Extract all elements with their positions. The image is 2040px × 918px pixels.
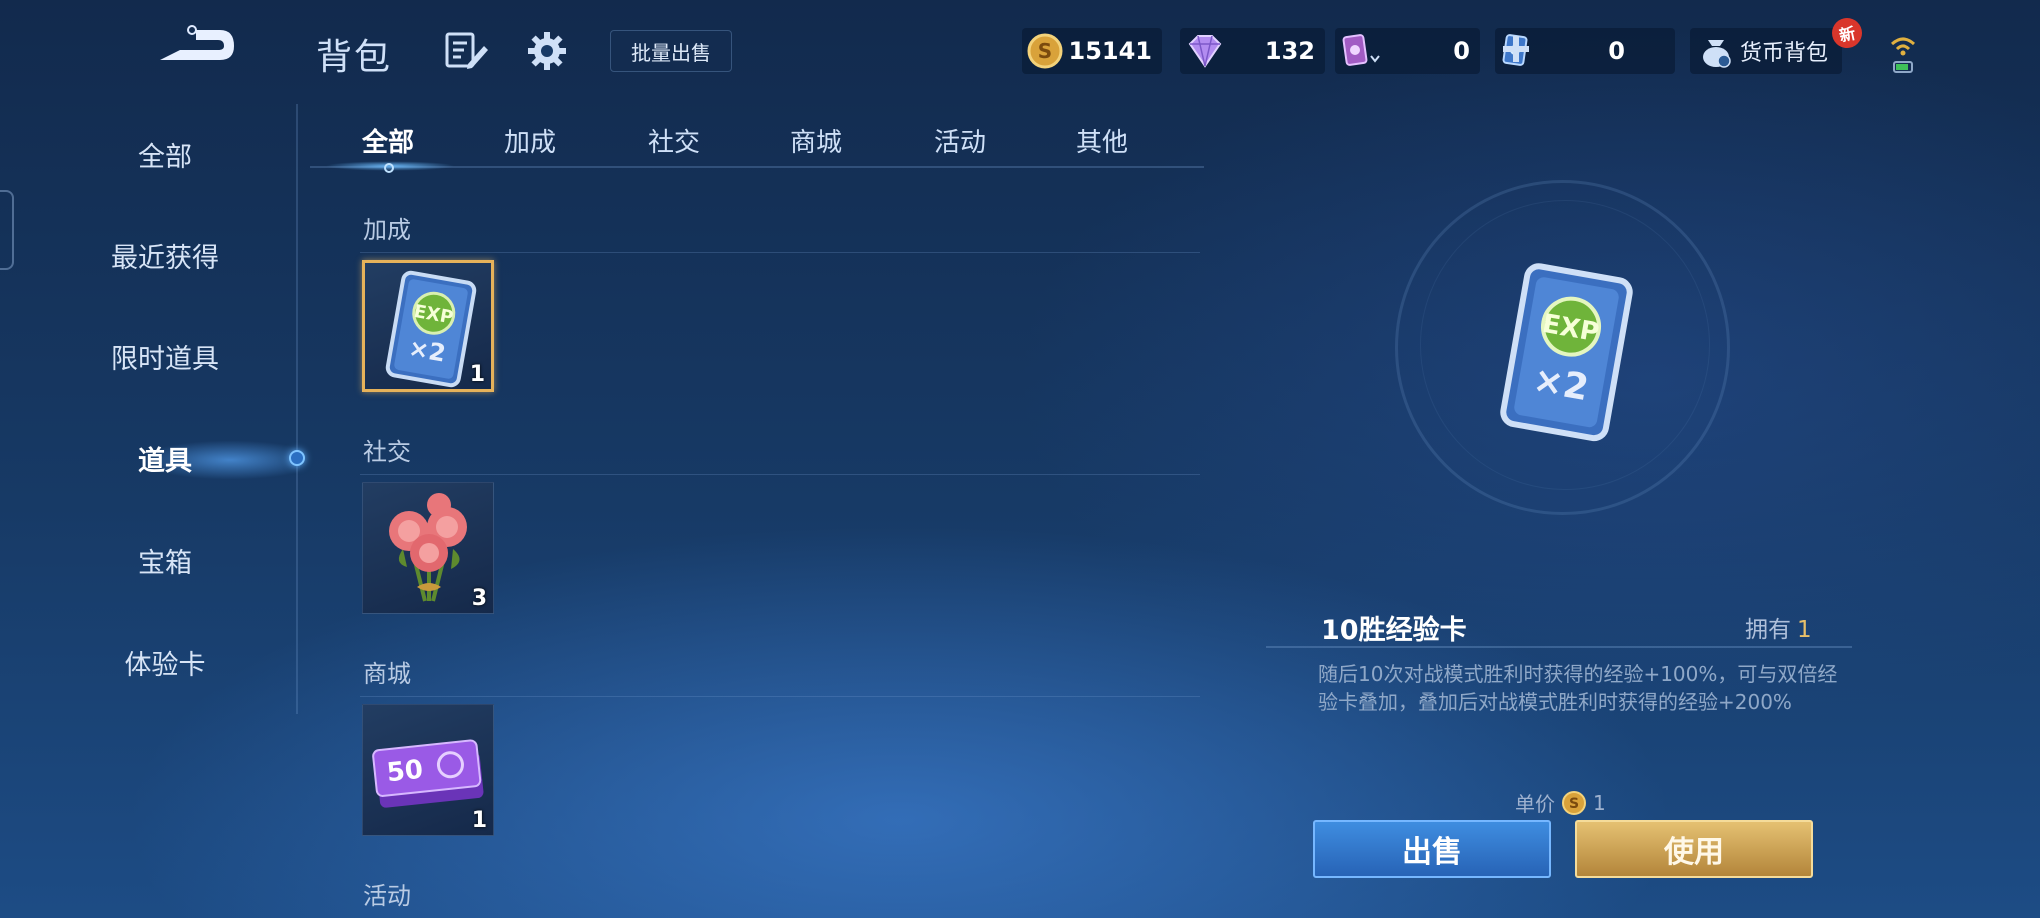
gem-counter: 132: [1180, 28, 1325, 74]
sidebar-item-limited[interactable]: 限时道具: [60, 326, 270, 386]
batch-sell-button[interactable]: 批量出售: [610, 30, 732, 72]
coupon-value: 50: [385, 755, 424, 789]
tab-all[interactable]: 全部: [328, 122, 448, 162]
item-slot-exp-card[interactable]: EXP ×2 1: [362, 260, 494, 392]
svg-text:S: S: [1038, 39, 1052, 63]
sidebar-item-props[interactable]: 道具: [60, 428, 270, 488]
signal-battery-icon: [1888, 30, 1918, 78]
selected-item-preview: EXP ×2: [1480, 260, 1650, 450]
tab-other[interactable]: 其他: [1042, 122, 1162, 162]
item-description: 随后10次对战模式胜利时获得的经验+100%，可与双倍经验卡叠加，叠加后对战模式…: [1318, 662, 1838, 714]
gear-icon[interactable]: [526, 30, 568, 72]
item-count: 1: [469, 362, 485, 387]
section-label-boost: 加成: [363, 216, 411, 244]
owned-count: 拥有 1: [1745, 610, 1812, 644]
section-divider: [360, 252, 1200, 253]
coin-amount: 15141: [1068, 37, 1153, 65]
sidebar-item-all[interactable]: 全部: [60, 124, 270, 184]
item-slot-coupon[interactable]: 50 1: [362, 704, 494, 836]
sell-button[interactable]: 出售: [1313, 820, 1551, 878]
use-button[interactable]: 使用: [1575, 820, 1813, 878]
money-bag-icon: [1703, 40, 1731, 68]
item-count: 1: [471, 808, 487, 833]
section-label-shop: 商城: [363, 660, 411, 688]
page-title: 背包: [316, 37, 393, 78]
owned-label: 拥有: [1745, 617, 1791, 643]
sidebar-item-chests[interactable]: 宝箱: [60, 530, 270, 590]
plus-icon[interactable]: [1499, 32, 1533, 66]
tab-event[interactable]: 活动: [900, 122, 1020, 162]
item-count: 3: [471, 586, 487, 611]
blue-card-counter: 0: [1495, 28, 1675, 74]
gem-amount: 132: [1264, 37, 1315, 65]
item-name: 10胜经验卡: [1321, 615, 1467, 646]
gold-coin-icon: S: [1562, 790, 1586, 815]
wallet-label: 货币背包: [1740, 41, 1829, 66]
back-button[interactable]: [150, 22, 240, 72]
category-sidebar: 全部 最近获得 限时道具 道具 宝箱 体验卡: [0, 104, 300, 704]
gold-coin-icon: S: [1027, 33, 1063, 69]
unit-price: 单价 S 1: [1515, 788, 1606, 817]
currency-wallet-button[interactable]: 货币背包: [1690, 28, 1842, 74]
sidebar-item-recent[interactable]: 最近获得: [60, 225, 270, 285]
tab-social[interactable]: 社交: [614, 122, 734, 162]
purple-card-counter[interactable]: 0: [1335, 28, 1480, 74]
detail-divider: [1266, 646, 1852, 648]
edit-icon[interactable]: [444, 30, 488, 72]
section-divider: [360, 696, 1200, 697]
section-label-social: 社交: [363, 438, 411, 466]
tab-boost[interactable]: 加成: [470, 122, 590, 162]
exp-card-icon: EXP ×2: [1500, 263, 1633, 442]
section-divider: [360, 474, 1200, 475]
section-label-event: 活动: [363, 882, 411, 910]
tab-shop[interactable]: 商城: [756, 122, 876, 162]
active-tab-dot: [384, 163, 394, 173]
back-arrow-icon: [160, 25, 234, 60]
svg-text:S: S: [1569, 796, 1579, 812]
purple-card-amount: 0: [1453, 37, 1470, 65]
sidebar-item-trial-cards[interactable]: 体验卡: [60, 632, 270, 692]
price-label: 单价: [1515, 792, 1555, 816]
price-value: 1: [1593, 790, 1606, 815]
owned-number: 1: [1797, 617, 1812, 643]
item-slot-roses[interactable]: 3: [362, 482, 494, 614]
purple-card-icon: [1342, 34, 1380, 66]
purple-gem-icon: [1188, 35, 1222, 68]
top-bar: 背包 批量出售 S 15141 132 0 0 货币背包 新: [0, 0, 2040, 104]
blue-card-amount: 0: [1608, 37, 1625, 65]
coin-counter: S 15141: [1022, 28, 1162, 74]
